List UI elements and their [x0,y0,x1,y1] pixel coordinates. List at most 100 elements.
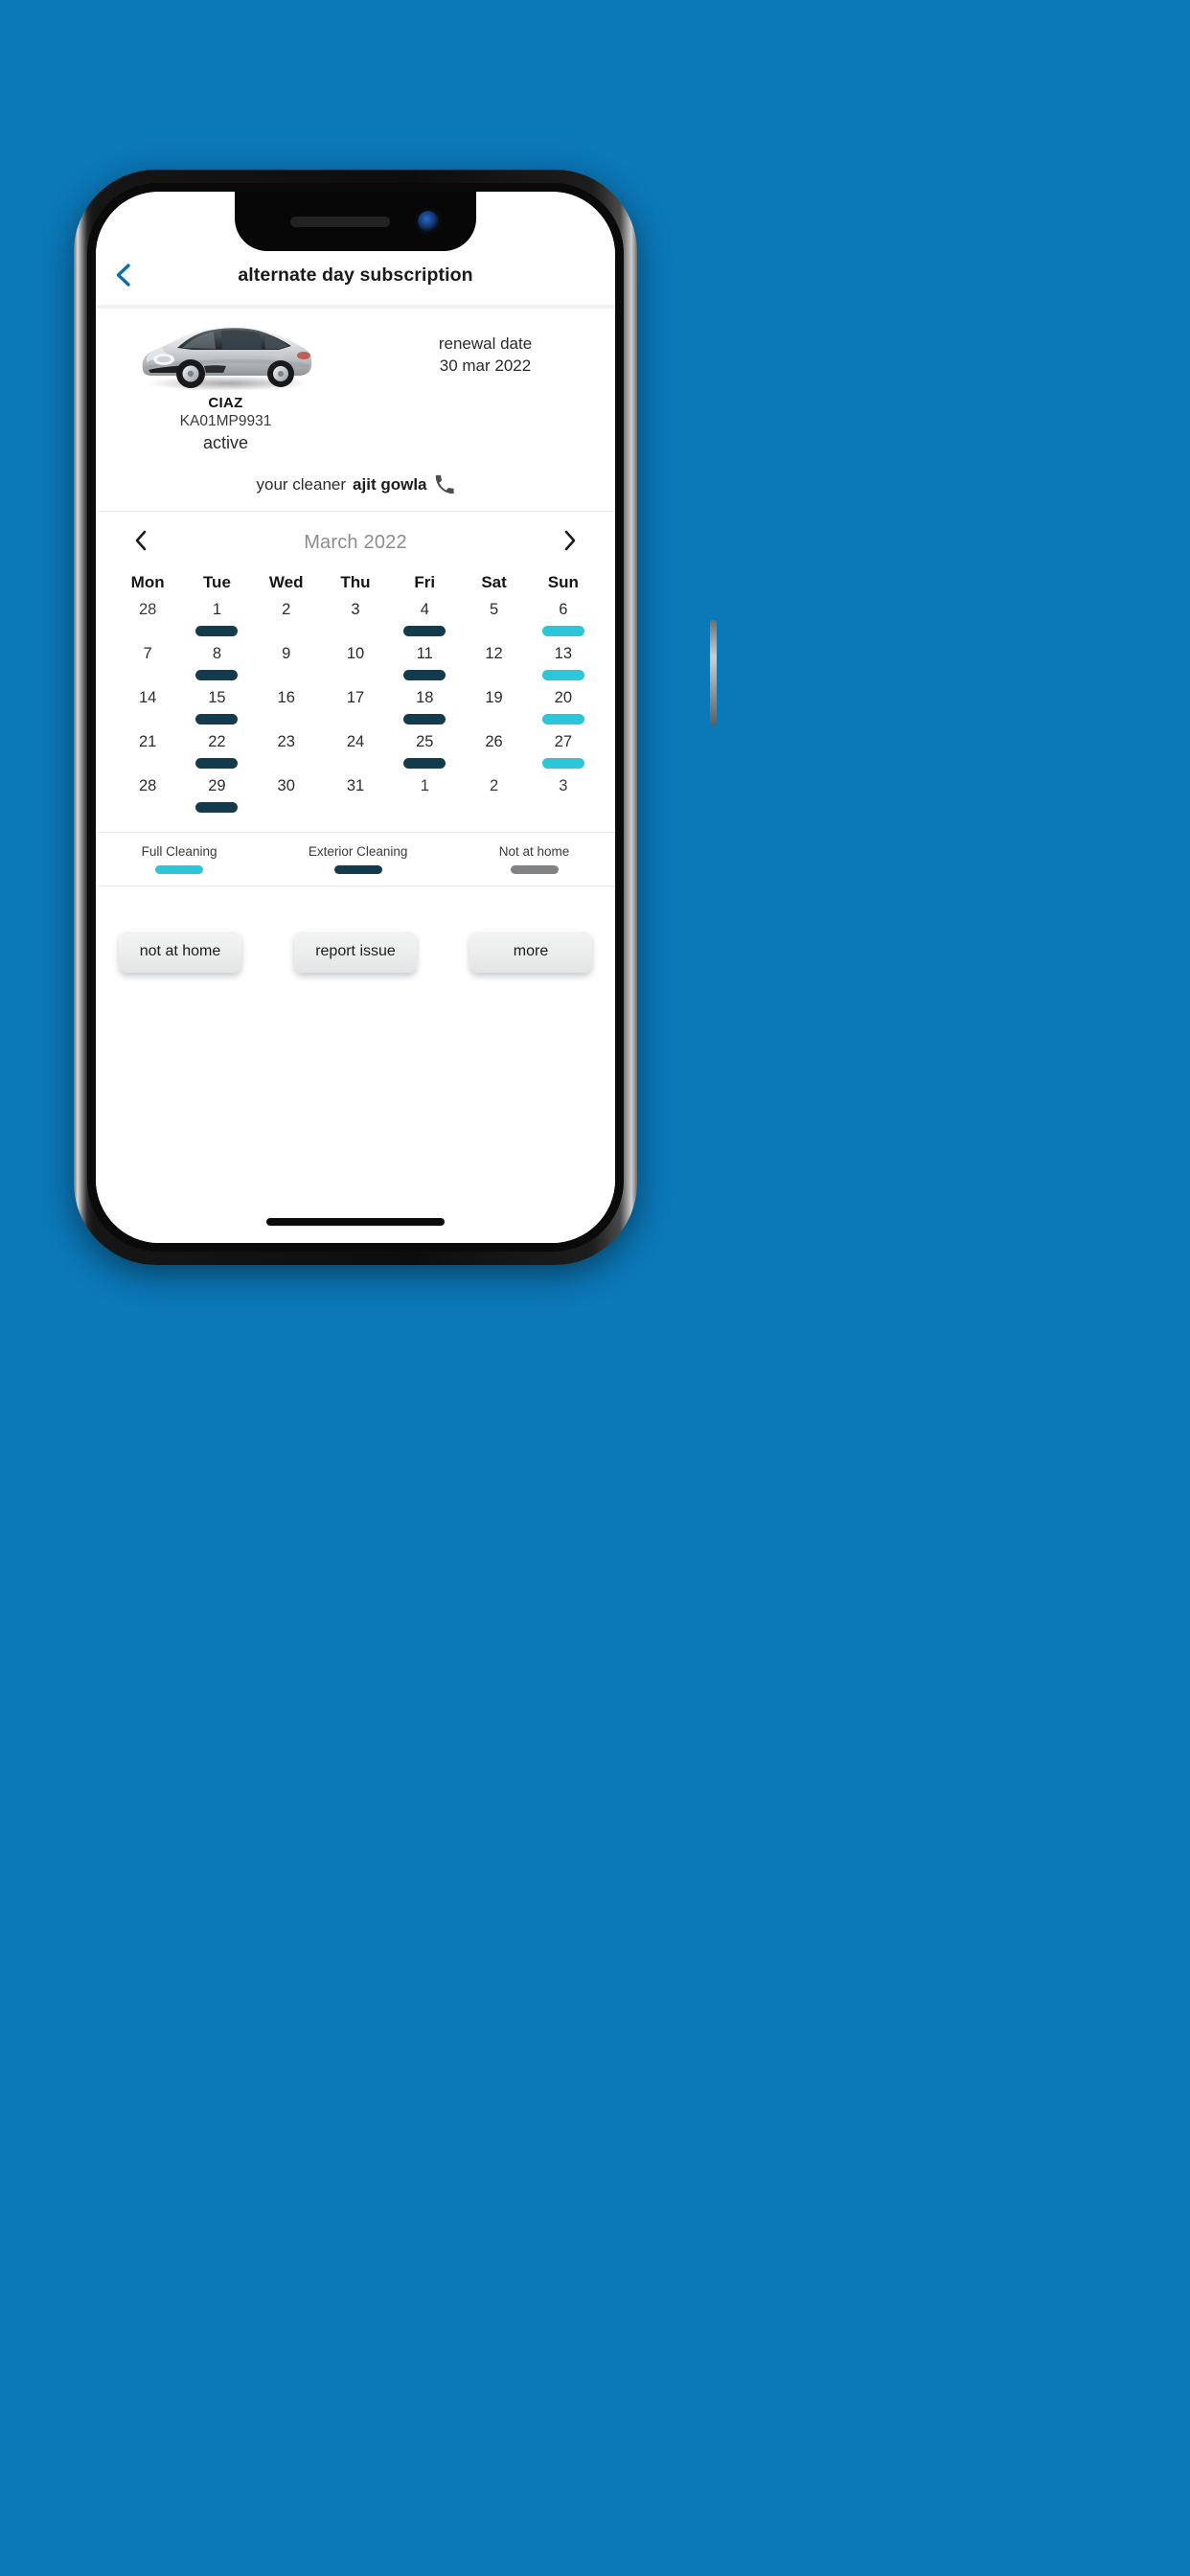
back-button[interactable] [102,253,146,297]
chevron-left-icon [133,530,149,556]
calendar-day-cell[interactable]: 27 [529,734,598,778]
app-root: alternate day subscription CIAZ KA01MP99… [96,192,615,1243]
calendar-day-marker-none [265,758,308,769]
calendar-day-cell[interactable]: 11 [390,646,459,690]
calendar-day-marker-none [126,626,169,636]
calendar-day-marker-exterior-cleaning [195,801,239,813]
calendar-day-marker-none [334,670,377,680]
legend-section: Full Cleaning Exterior Cleaning Not at hom… [96,832,615,886]
calendar-day-cell[interactable]: 26 [459,734,528,778]
calendar-day-cell[interactable]: 24 [321,734,390,778]
calendar-day-marker-none [265,802,308,813]
home-indicator[interactable] [266,1218,445,1226]
subscription-status: active [202,433,249,452]
calendar-day-number: 20 [554,689,573,706]
calendar-weekday-mon: Mon [130,573,165,591]
calendar-day-cell[interactable]: 17 [321,690,390,734]
calendar-weekday-thu: Thu [340,573,371,591]
calendar-day-cell[interactable]: 2 [252,602,321,646]
page-title: alternate day subscription [238,264,473,286]
calendar-day-cell[interactable]: 3 [321,602,390,646]
calendar-day-cell[interactable]: 21 [113,734,182,778]
cleaner-name: ajit gowla [353,475,427,494]
calendar-day-number: 29 [208,777,226,794]
call-cleaner-button[interactable] [434,474,455,495]
calendar-day-number: 2 [282,601,291,618]
calendar-day-marker-none [126,670,169,680]
calendar-day-cell[interactable]: 18 [390,690,459,734]
calendar-day-cell[interactable]: 8 [182,646,251,690]
calendar-day-cell[interactable]: 19 [459,690,528,734]
calendar-day-number: 28 [138,777,157,794]
calendar-day-cell[interactable]: 3 [529,778,598,822]
calendar-next-month-button[interactable] [554,526,586,559]
chevron-left-icon [113,263,134,288]
calendar-day-number: 30 [277,777,295,794]
calendar-day-number: 25 [416,733,434,750]
calendar-day-marker-none [473,670,515,680]
calendar-day-marker-exterior-cleaning [403,625,446,636]
calendar-day-marker-exterior-cleaning [195,713,239,724]
calendar-day-cell[interactable]: 29 [182,778,251,822]
calendar-day-number: 5 [489,601,499,618]
calendar-day-marker-none [473,802,515,813]
legend-label: Not at home [498,844,570,859]
calendar-day-number: 2 [489,777,499,794]
calendar-day-number: 10 [346,645,365,662]
calendar-day-cell[interactable]: 1 [182,602,251,646]
calendar-weekday-wed: Wed [268,573,304,591]
calendar-weekday-row: Mon Tue Wed Thu Fri Sat Sun [113,567,598,602]
legend-item: Not at home [498,844,570,874]
calendar-day-cell[interactable]: 7 [113,646,182,690]
not-at-home-button[interactable]: not at home [119,931,241,973]
calendar-day-cell[interactable]: 2 [459,778,528,822]
front-camera-icon [418,211,439,232]
calendar-day-cell[interactable]: 20 [529,690,598,734]
calendar-day-cell[interactable]: 4 [390,602,459,646]
calendar-prev-month-button[interactable] [125,526,157,559]
calendar-day-cell[interactable]: 13 [529,646,598,690]
calendar-day-cell[interactable]: 10 [321,646,390,690]
calendar-day-number: 15 [208,689,226,706]
phone-notch [235,192,476,251]
calendar-day-cell[interactable]: 15 [182,690,251,734]
calendar-day-marker-none [473,626,515,636]
report-issue-button[interactable]: report issue [294,931,417,973]
legend-item: Full Cleaning [142,844,217,874]
calendar-day-cell[interactable]: 31 [321,778,390,822]
calendar-day-cell[interactable]: 1 [390,778,459,822]
app-bar: alternate day subscription [96,245,615,305]
calendar-day-marker-exterior-cleaning [403,713,446,724]
renewal-info: renewal date 30 mar 2022 [355,312,615,378]
calendar-day-cell[interactable]: 16 [252,690,321,734]
calendar-day-marker-exterior-cleaning [403,669,446,680]
calendar-day-marker-none [126,802,169,813]
calendar-day-marker-none [542,802,584,813]
calendar-day-cell[interactable]: 14 [113,690,182,734]
calendar-day-number: 1 [420,777,429,794]
calendar-day-number: 3 [559,777,568,794]
calendar-day-number: 12 [485,645,503,662]
more-button[interactable]: more [469,931,592,973]
calendar-day-cell[interactable]: 6 [529,602,598,646]
cleaner-label: your cleaner [256,475,347,494]
calendar-day-cell[interactable]: 25 [390,734,459,778]
calendar-day-cell[interactable]: 23 [252,734,321,778]
calendar-day-marker-none [126,758,169,769]
calendar-day-number: 13 [554,645,573,662]
calendar-day-number: 1 [212,601,222,618]
power-button[interactable] [710,620,717,725]
earpiece-speaker-icon [290,217,390,227]
calendar-month-title: March 2022 [304,531,407,553]
calendar-day-marker-exterior-cleaning [403,757,446,769]
calendar-day-cell[interactable]: 30 [252,778,321,822]
calendar-day-cell[interactable]: 9 [252,646,321,690]
calendar-header: March 2022 [113,518,598,567]
calendar-day-cell[interactable]: 12 [459,646,528,690]
legend-color-swatch [510,865,559,874]
calendar-day-cell[interactable]: 28 [113,602,182,646]
calendar-day-cell[interactable]: 22 [182,734,251,778]
calendar-weekday-sat: Sat [481,573,507,591]
calendar-day-cell[interactable]: 28 [113,778,182,822]
calendar-day-cell[interactable]: 5 [459,602,528,646]
